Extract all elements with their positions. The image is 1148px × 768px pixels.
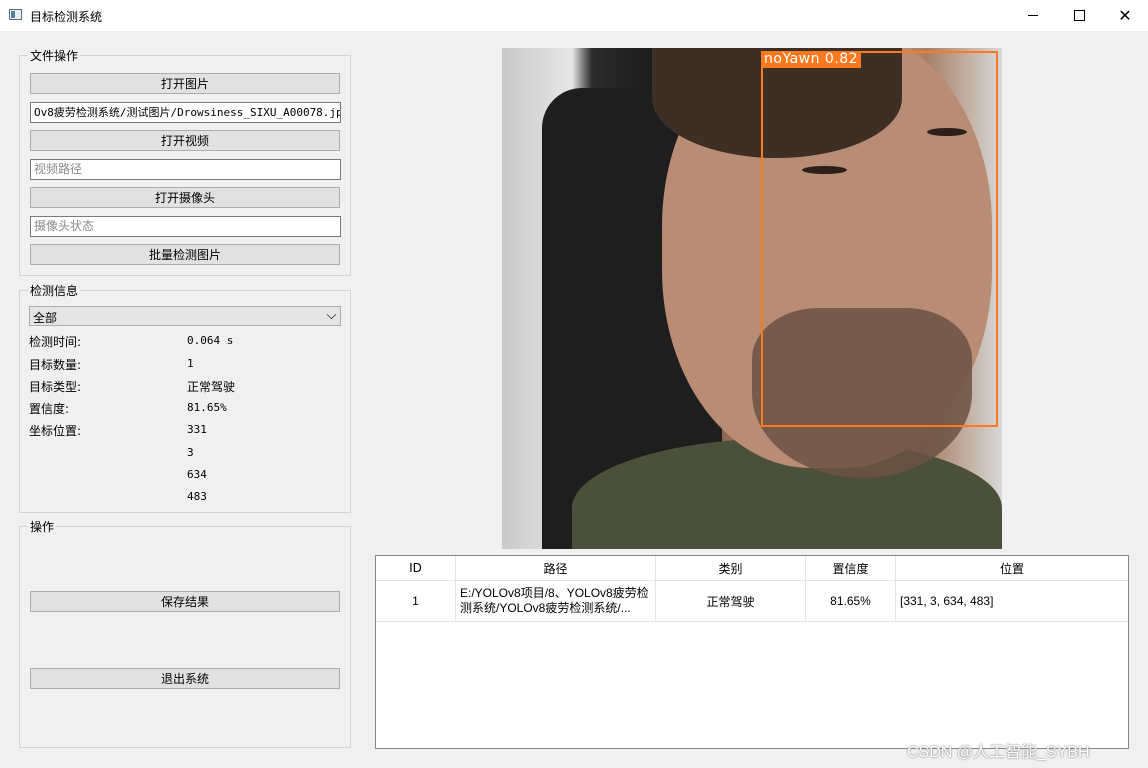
coord-label: 坐标位置: [29, 424, 82, 438]
exit-system-button[interactable]: 退出系统 [30, 668, 340, 689]
minimize-icon [1028, 15, 1038, 16]
detection-bounding-box [761, 51, 998, 427]
camera-status-field[interactable]: 摄像头状态 [30, 216, 341, 237]
count-value: 1 [187, 357, 194, 370]
cell-category: 正常驾驶 [656, 581, 806, 621]
results-table[interactable]: ID 路径 类别 置信度 位置 1 E:/YOLOv8项目/8、YOLOv8疲劳… [375, 555, 1129, 749]
confidence-value: 81.65% [187, 401, 227, 414]
close-icon: ✕ [1118, 5, 1132, 25]
table-header: ID 路径 类别 置信度 位置 [376, 556, 1128, 581]
table-row[interactable]: 1 E:/YOLOv8项目/8、YOLOv8疲劳检测系统/YOLOv8疲劳检测系… [376, 581, 1128, 622]
cell-path: E:/YOLOv8项目/8、YOLOv8疲劳检测系统/YOLOv8疲劳检测系统/… [456, 581, 656, 621]
target-select[interactable]: 全部 [29, 306, 341, 326]
count-label: 目标数量: [29, 358, 82, 372]
cell-confidence: 81.65% [806, 581, 896, 621]
cell-position: [331, 3, 634, 483] [900, 594, 994, 608]
detect-info-title: 检测信息 [28, 282, 81, 299]
image-path-field[interactable]: Ov8疲劳检测系统/测试图片/Drowsiness_SIXU_A00078.jp… [30, 102, 341, 123]
header-id[interactable]: ID [376, 556, 456, 580]
target-select-value: 全部 [33, 311, 58, 325]
open-camera-button[interactable]: 打开摄像头 [30, 187, 340, 208]
maximize-icon [1073, 10, 1085, 21]
coord-xmin: 331 [187, 423, 207, 436]
time-label: 检测时间: [29, 335, 82, 349]
coord-ymin: 3 [187, 446, 194, 459]
type-label: 目标类型: [29, 380, 82, 394]
window-title: 目标检测系统 [30, 10, 103, 24]
confidence-label: 置信度: [29, 402, 70, 416]
open-video-button[interactable]: 打开视频 [30, 130, 340, 151]
minimize-button[interactable] [1010, 0, 1056, 31]
title-bar: 目标检测系统 ✕ [0, 0, 1148, 31]
file-ops-title: 文件操作 [28, 47, 81, 64]
coord-ymax: 483 [187, 490, 207, 503]
chevron-down-icon [326, 309, 337, 320]
detection-label: noYawn 0.82 [761, 51, 862, 68]
time-value: 0.064 s [187, 334, 234, 347]
watermark: CSDN @人工智能_SYBH [907, 744, 1090, 761]
operations-title: 操作 [28, 518, 57, 535]
header-confidence[interactable]: 置信度 [806, 556, 896, 580]
maximize-button[interactable] [1056, 0, 1102, 31]
header-category[interactable]: 类别 [656, 556, 806, 580]
operations-group [19, 526, 351, 748]
type-value: 正常驾驶 [187, 380, 236, 394]
coord-xmax: 634 [187, 468, 207, 481]
header-position[interactable]: 位置 [896, 556, 1128, 580]
header-path[interactable]: 路径 [456, 556, 656, 580]
cell-id: 1 [376, 581, 456, 621]
batch-detect-button[interactable]: 批量检测图片 [30, 244, 340, 265]
detection-image: noYawn 0.82 [502, 48, 1002, 549]
app-window-icon [9, 9, 22, 20]
close-button[interactable]: ✕ [1102, 0, 1148, 31]
video-path-field[interactable]: 视频路径 [30, 159, 341, 180]
open-image-button[interactable]: 打开图片 [30, 73, 340, 94]
save-result-button[interactable]: 保存结果 [30, 591, 340, 612]
